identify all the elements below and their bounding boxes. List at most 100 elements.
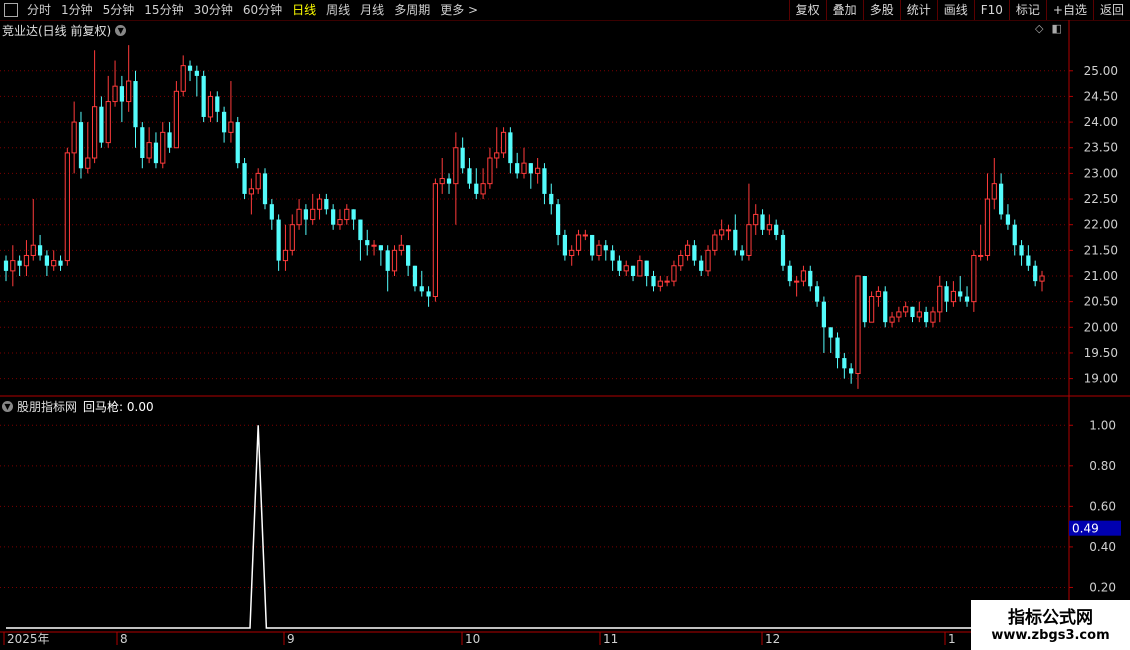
candle-body	[406, 245, 411, 266]
panel-toggle-icon[interactable]: ◧	[1051, 22, 1061, 35]
candle-body	[739, 250, 745, 256]
candle-body	[596, 244, 602, 256]
cursor-value-box	[1069, 520, 1121, 536]
toolbar-action-4[interactable]: 画线	[936, 0, 974, 20]
candle-body	[207, 95, 214, 118]
toolbar-action-5[interactable]: F10	[973, 0, 1009, 20]
candle-body	[160, 131, 166, 164]
candle-body	[112, 85, 118, 103]
toolbar-action-6[interactable]: 标记	[1008, 0, 1046, 20]
candle-body	[331, 209, 336, 225]
candle-body	[774, 224, 779, 235]
candle-body	[351, 209, 356, 220]
main-y-tick-label: 23.50	[1084, 141, 1118, 155]
candle-body	[678, 254, 684, 267]
candle-body	[140, 127, 145, 158]
indicator-y-tick-label: 1.00	[1089, 418, 1116, 432]
period-tab-3[interactable]: 15分钟	[139, 0, 188, 20]
diamond-icon[interactable]: ◇	[1035, 22, 1043, 35]
candle-body	[712, 234, 718, 251]
period-tab-2[interactable]: 5分钟	[98, 0, 140, 20]
toolbar-action-3[interactable]: 统计	[899, 0, 937, 20]
candle-body	[1033, 265, 1038, 282]
candle-body	[590, 234, 595, 256]
main-y-tick-label: 24.00	[1084, 115, 1118, 129]
chevron-down-icon[interactable]: ▼	[115, 25, 127, 36]
main-y-tick-label: 20.50	[1084, 295, 1118, 309]
candle-body	[487, 157, 493, 185]
layout-grid-icon[interactable]	[4, 3, 18, 17]
main-y-tick-label: 23.00	[1084, 166, 1118, 180]
period-tab-0[interactable]: 分时	[22, 0, 56, 20]
candle-body	[630, 265, 636, 276]
watermark: 指标公式网 www.zbgs3.com	[971, 600, 1130, 650]
candle-body	[964, 296, 970, 302]
candle-body	[173, 90, 180, 149]
candle-body	[780, 234, 786, 266]
candle-body	[542, 168, 547, 194]
toolbar-action-8[interactable]: 返回	[1092, 0, 1130, 20]
period-tab-5[interactable]: 60分钟	[238, 0, 287, 20]
candle-body	[971, 254, 977, 303]
candle-body	[64, 152, 70, 262]
candle-body	[398, 244, 404, 251]
candle-body	[883, 291, 888, 323]
candle-body	[808, 270, 813, 287]
candle-body	[862, 276, 867, 323]
toolbar-action-1[interactable]: 叠加	[825, 0, 863, 20]
period-tab-6[interactable]: 日线	[287, 0, 321, 20]
candle-body	[85, 157, 91, 169]
candle-body	[535, 167, 541, 174]
candle-body	[228, 121, 234, 133]
candle-body	[610, 250, 615, 261]
candle-body	[358, 219, 363, 241]
candle-body	[603, 245, 608, 251]
candle-body	[235, 122, 240, 164]
candle-body	[692, 245, 697, 261]
x-axis-label: 12	[765, 632, 780, 646]
period-tab-8[interactable]: 月线	[355, 0, 389, 20]
candle-body	[924, 311, 929, 323]
candle-body	[262, 173, 268, 205]
main-y-tick-label: 22.00	[1084, 218, 1118, 232]
candle-body	[426, 291, 431, 297]
period-tab-7[interactable]: 周线	[321, 0, 355, 20]
candle-body	[903, 306, 909, 313]
candle-body	[194, 70, 199, 76]
toolbar-actions: 复权 叠加 多股 统计 画线 F10 标记 +自选 返回	[788, 0, 1130, 20]
period-tab-1[interactable]: 1分钟	[56, 0, 98, 20]
toolbar-action-2[interactable]: 多股	[862, 0, 900, 20]
candle-body	[269, 204, 274, 220]
candle-body	[508, 132, 513, 164]
period-toolbar: 分时 1分钟 5分钟 15分钟 30分钟 60分钟 日线 周线 月线 多周期 更多 > 复权 叠加 多股…	[0, 0, 1130, 21]
chevron-down-icon[interactable]: ▼	[2, 401, 13, 412]
toolbar-action-0[interactable]: 复权	[788, 0, 826, 20]
candle-body	[719, 229, 725, 236]
candle-body	[23, 254, 30, 267]
candle-body	[303, 209, 309, 220]
candle-body	[153, 142, 159, 164]
candle-body	[855, 275, 861, 374]
candle-body	[787, 265, 792, 282]
candle-body	[453, 147, 459, 185]
candle-body	[984, 198, 991, 256]
candle-body	[699, 260, 704, 271]
candle-body	[1026, 255, 1031, 266]
candle-body	[10, 260, 16, 272]
toolbar-action-7[interactable]: +自选	[1045, 0, 1093, 20]
candle-body	[562, 234, 568, 256]
candle-body	[637, 260, 643, 277]
period-tab-4[interactable]: 30分钟	[189, 0, 238, 20]
candle-body	[671, 265, 677, 282]
indicator-y-tick-label: 0.80	[1089, 459, 1116, 473]
candle-body	[310, 208, 316, 221]
candle-body	[480, 183, 486, 195]
candle-body	[282, 249, 289, 262]
indicator-y-tick-label: 0.40	[1089, 540, 1116, 554]
main-y-tick-label: 21.50	[1084, 243, 1118, 257]
candle-body	[896, 311, 902, 318]
candle-body	[460, 147, 465, 169]
period-tab-10[interactable]: 更多 >	[435, 0, 483, 20]
period-tab-9[interactable]: 多周期	[389, 0, 435, 20]
candle-body	[44, 255, 50, 266]
